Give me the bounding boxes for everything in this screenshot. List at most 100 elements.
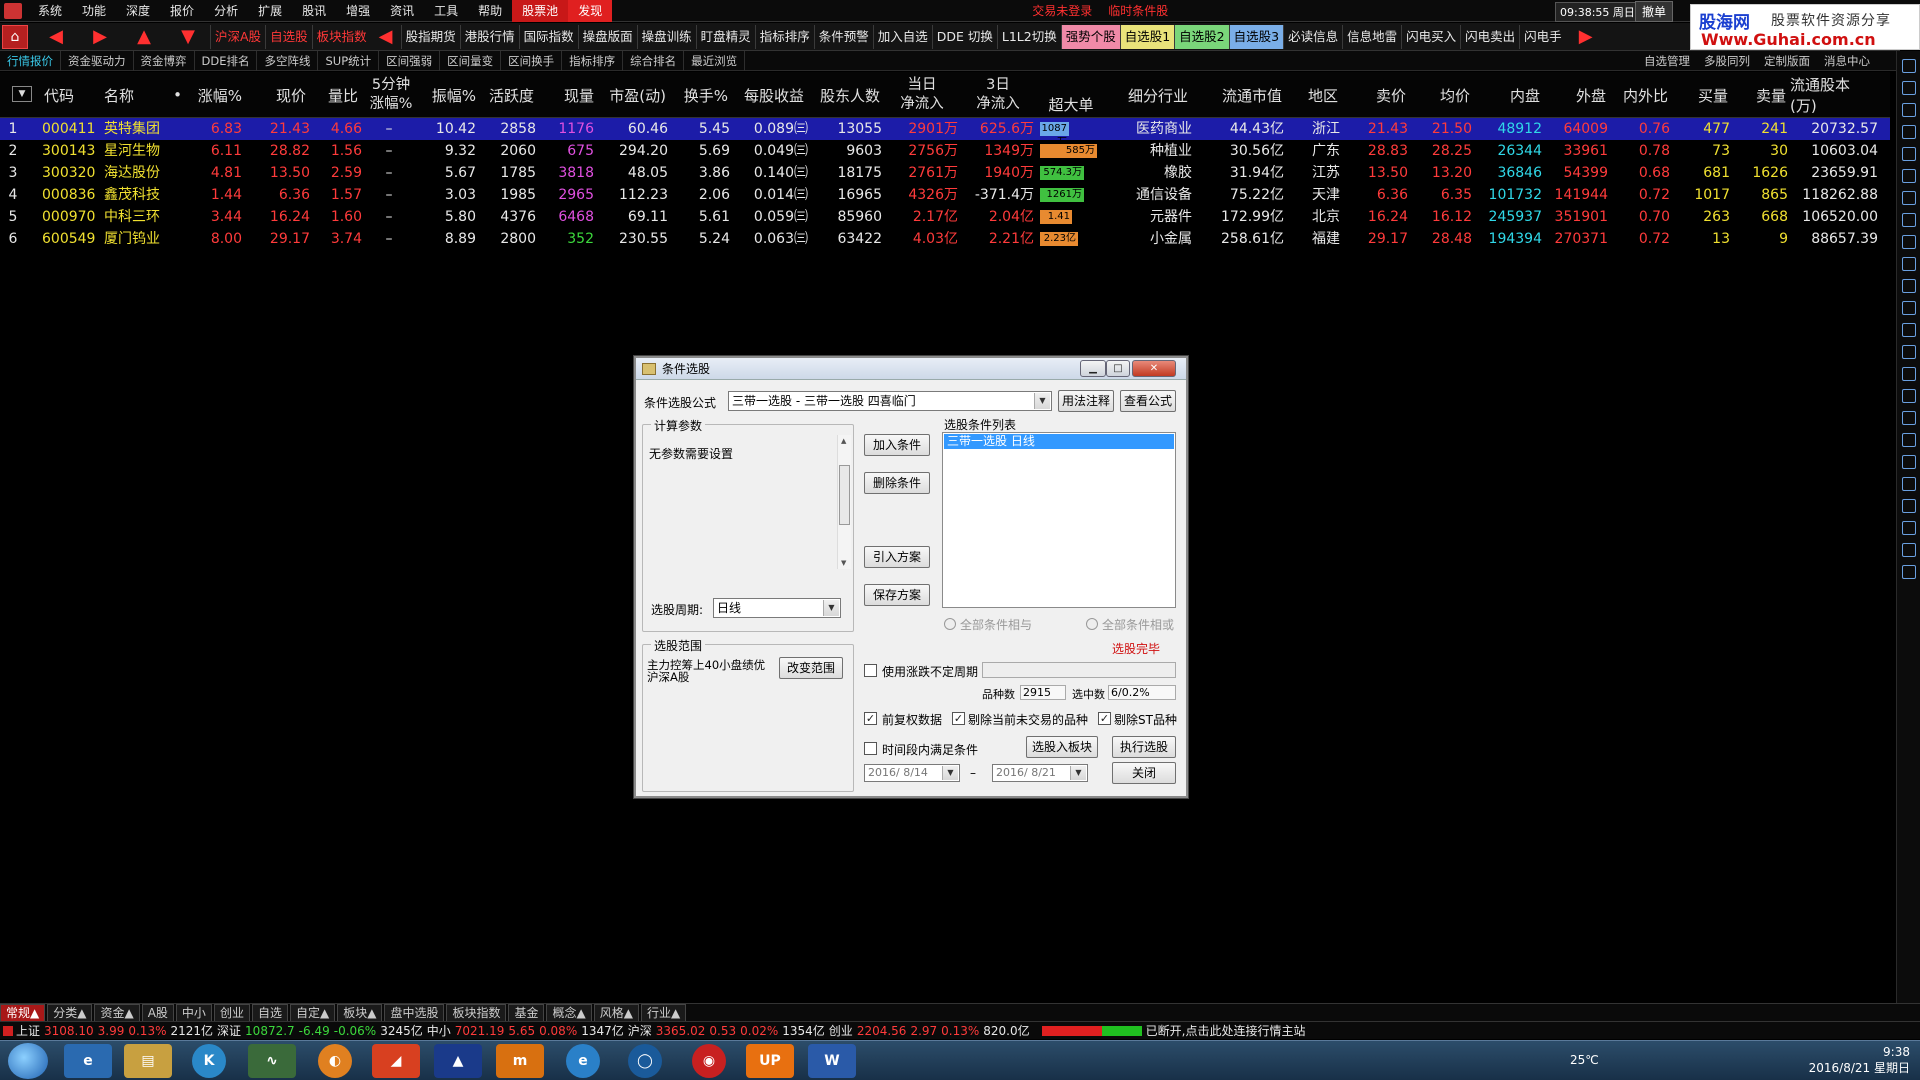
dazhihui-app-icon[interactable]: ▲ bbox=[434, 1044, 482, 1078]
header-today-inflow[interactable]: 当日 净流入 bbox=[884, 72, 960, 118]
header-industry[interactable]: 细分行业 bbox=[1106, 72, 1192, 118]
word-app-icon[interactable]: W bbox=[808, 1044, 856, 1078]
toolbar-button-10[interactable]: 条件预警 bbox=[813, 24, 873, 49]
period-select[interactable]: 日线 ▼ bbox=[713, 598, 841, 618]
maximize-icon[interactable]: □ bbox=[1106, 360, 1130, 377]
side-tool-icon[interactable] bbox=[1901, 235, 1916, 249]
toolbar-button-12[interactable]: DDE 切换 bbox=[931, 24, 997, 49]
condition-list-item[interactable]: 三带一选股 日线 bbox=[944, 434, 1174, 449]
close-icon[interactable]: ✕ bbox=[1132, 360, 1176, 377]
column-menu-icon[interactable]: ▼ bbox=[12, 86, 32, 102]
bottom-tab-14[interactable]: 行业▲ bbox=[640, 1003, 687, 1022]
side-tool-icon[interactable] bbox=[1901, 125, 1916, 139]
side-tool-icon[interactable] bbox=[1901, 213, 1916, 227]
header-eps[interactable]: 每股收益 bbox=[732, 72, 808, 118]
header-volume-ratio[interactable]: 量比 bbox=[310, 72, 362, 118]
subtab-7[interactable]: 区间量变 bbox=[440, 50, 502, 71]
side-tool-icon[interactable] bbox=[1901, 543, 1916, 557]
toolbar-button-11[interactable]: 加入自选 bbox=[872, 24, 932, 49]
bottom-tab-1[interactable]: 分类▲ bbox=[47, 1003, 93, 1022]
sh-label[interactable]: 上证 bbox=[16, 1022, 40, 1039]
bottom-tab-5[interactable]: 创业 bbox=[213, 1003, 250, 1022]
weather-temp[interactable]: 25℃ bbox=[1570, 1053, 1599, 1067]
toolbar-button-15[interactable]: 自选股1 bbox=[1119, 24, 1175, 49]
scroll-thumb[interactable] bbox=[839, 465, 850, 525]
radio-and[interactable] bbox=[944, 618, 956, 630]
hs-label[interactable]: 沪深 bbox=[628, 1022, 652, 1039]
header-code[interactable]: 代码 bbox=[40, 72, 100, 118]
add-to-block-button[interactable]: 选股入板块 bbox=[1026, 736, 1098, 758]
menu-tools[interactable]: 工具 bbox=[424, 0, 468, 22]
connection-message[interactable]: 已断开,点击此处连接行情主站 bbox=[1146, 1022, 1306, 1039]
subtab-8[interactable]: 区间换手 bbox=[501, 50, 563, 71]
toolbar-button-3[interactable]: 股指期货 bbox=[400, 24, 460, 49]
toolbar-button-0[interactable]: 沪深A股 bbox=[210, 24, 265, 49]
subtab-4[interactable]: 多空阵线 bbox=[257, 50, 319, 71]
header-activity[interactable]: 活跃度 bbox=[480, 72, 538, 118]
params-scrollbar[interactable]: ▲ ▼ bbox=[837, 435, 851, 569]
toolbar-button-8[interactable]: 盯盘精灵 bbox=[695, 24, 755, 49]
side-tool-icon[interactable] bbox=[1901, 191, 1916, 205]
close-button[interactable]: 关闭 bbox=[1112, 762, 1176, 784]
toolbar-button-13[interactable]: L1L2切换 bbox=[996, 24, 1061, 49]
import-plan-button[interactable]: 引入方案 bbox=[864, 546, 930, 568]
bottom-tab-0[interactable]: 常规▲ bbox=[0, 1003, 46, 1022]
toolbar-button-21[interactable]: 闪电卖出 bbox=[1460, 24, 1519, 49]
toolbar-button-17[interactable]: 自选股3 bbox=[1228, 24, 1284, 49]
menu-extend[interactable]: 扩展 bbox=[248, 0, 292, 22]
toolbar-button-1[interactable]: 自选股 bbox=[265, 24, 312, 49]
menu-system[interactable]: 系统 bbox=[28, 0, 72, 22]
bottom-tab-2[interactable]: 资金▲ bbox=[94, 1003, 140, 1022]
subbar-right-3[interactable]: 消息中心 bbox=[1824, 53, 1870, 69]
side-tool-icon[interactable] bbox=[1901, 323, 1916, 337]
bottom-tab-13[interactable]: 风格▲ bbox=[593, 1003, 639, 1022]
forward-arrow-icon[interactable]: ▶ bbox=[78, 26, 122, 47]
table-row[interactable]: 6 600549 厦门钨业 8.00 29.17 3.74 – 8.89 2800 352 230.… bbox=[0, 228, 1890, 250]
down-arrow-icon[interactable]: ▼ bbox=[166, 26, 210, 47]
side-tool-icon[interactable] bbox=[1901, 389, 1916, 403]
subbar-right-0[interactable]: 自选管理 bbox=[1644, 53, 1690, 69]
chart-app-icon[interactable]: ∿ bbox=[248, 1044, 296, 1078]
header-inout-ratio[interactable]: 内外比 bbox=[1610, 72, 1672, 118]
subtab-11[interactable]: 最近浏览 bbox=[684, 50, 746, 71]
red-app-icon[interactable]: ◉ bbox=[692, 1044, 726, 1078]
radio-or[interactable] bbox=[1086, 618, 1098, 630]
side-tool-icon[interactable] bbox=[1901, 499, 1916, 513]
header-amplitude[interactable]: 振幅% bbox=[420, 72, 480, 118]
scroll-up-icon[interactable]: ▲ bbox=[841, 437, 846, 445]
delete-condition-button[interactable]: 删除条件 bbox=[864, 472, 930, 494]
scroll-down-icon[interactable]: ▼ bbox=[841, 559, 846, 567]
time-range-checkbox[interactable] bbox=[864, 742, 877, 755]
header-region[interactable]: 地区 bbox=[1286, 72, 1342, 118]
date-from-picker[interactable]: 2016/ 8/14 ▼ bbox=[864, 764, 960, 782]
subtab-0[interactable]: 行情报价 bbox=[0, 50, 61, 71]
ie-browser-icon[interactable]: e bbox=[64, 1044, 112, 1078]
back-arrow-icon[interactable]: ◀ bbox=[34, 26, 78, 47]
header-bid-volume[interactable]: 买量 bbox=[1672, 72, 1732, 118]
side-tool-icon[interactable] bbox=[1901, 477, 1916, 491]
side-tool-icon[interactable] bbox=[1901, 367, 1916, 381]
header-turnover[interactable]: 换手% bbox=[670, 72, 732, 118]
side-tool-icon[interactable] bbox=[1901, 565, 1916, 579]
toolbar-button-2[interactable]: 板块指数 bbox=[311, 24, 371, 49]
sz-label[interactable]: 深证 bbox=[217, 1022, 241, 1039]
save-plan-button[interactable]: 保存方案 bbox=[864, 584, 930, 606]
header-pe[interactable]: 市盈(动) bbox=[598, 72, 670, 118]
up-app-icon[interactable]: UP bbox=[746, 1044, 794, 1078]
subtab-1[interactable]: 资金驱动力 bbox=[61, 50, 134, 71]
start-button-icon[interactable] bbox=[8, 1043, 48, 1079]
toolbar-button-19[interactable]: 信息地雷 bbox=[1342, 24, 1401, 49]
side-tool-icon[interactable] bbox=[1901, 169, 1916, 183]
change-range-button[interactable]: 改变范围 bbox=[779, 657, 843, 679]
up-arrow-icon[interactable]: ▲ bbox=[122, 26, 166, 47]
trade-login-status[interactable]: 交易未登录 bbox=[1032, 2, 1092, 19]
header-ask[interactable]: 卖价 bbox=[1342, 72, 1410, 118]
side-tool-icon[interactable] bbox=[1901, 345, 1916, 359]
menu-info[interactable]: 资讯 bbox=[380, 0, 424, 22]
adjust-checkbox[interactable]: ✓ bbox=[864, 712, 877, 725]
usage-notes-button[interactable]: 用法注释 bbox=[1058, 390, 1114, 412]
formula-select[interactable]: 三带一选股 - 三带一选股 四喜临门 ▼ bbox=[728, 391, 1052, 411]
menu-discover[interactable]: 发现 bbox=[568, 0, 613, 22]
header-5min-change[interactable]: 5分钟 涨幅% bbox=[362, 72, 420, 118]
use-period-checkbox[interactable] bbox=[864, 664, 877, 677]
